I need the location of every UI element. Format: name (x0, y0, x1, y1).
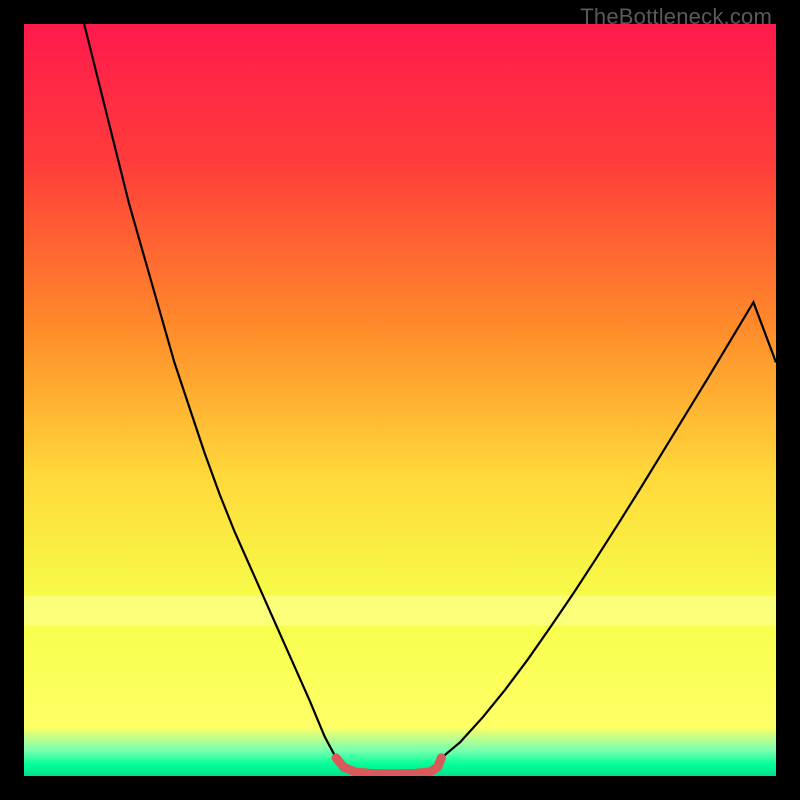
gradient-background (24, 24, 776, 776)
pale-yellow-band (24, 596, 776, 626)
chart-frame (24, 24, 776, 776)
watermark-text: TheBottleneck.com (580, 4, 772, 30)
bottleneck-chart (24, 24, 776, 776)
